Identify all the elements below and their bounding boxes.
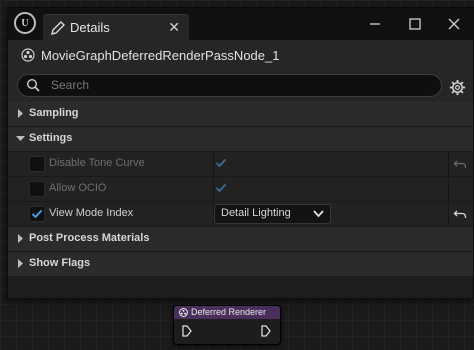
override-checkbox[interactable]	[29, 156, 45, 172]
maximize-icon[interactable]	[404, 14, 426, 34]
view-mode-dropdown[interactable]: Detail Lighting	[214, 204, 331, 224]
section-sampling[interactable]: Sampling	[8, 102, 473, 127]
value-checkbox-checked[interactable]	[214, 156, 228, 170]
section-settings[interactable]: Settings	[8, 127, 473, 152]
section-label: Settings	[29, 132, 73, 144]
minimize-icon[interactable]	[364, 14, 386, 34]
exec-input-pin-icon[interactable]	[182, 325, 192, 337]
tab-label: Details	[70, 20, 110, 35]
property-row-disable-tone-curve: Disable Tone Curve	[8, 152, 473, 177]
chevron-right-icon	[18, 259, 23, 268]
override-checkbox[interactable]	[29, 181, 45, 197]
chevron-right-icon	[18, 234, 23, 243]
object-name: MovieGraphDeferredRenderPassNode_1	[41, 48, 280, 63]
graph-node-deferred-renderer[interactable]: Deferred Renderer	[173, 305, 281, 345]
details-list: Sampling Settings Disable Tone Curve All…	[8, 102, 473, 277]
property-label: View Mode Index	[49, 207, 134, 219]
section-show-flags[interactable]: Show Flags	[8, 252, 473, 277]
column-divider	[448, 202, 449, 226]
search-row: Search	[8, 70, 473, 102]
section-label: Show Flags	[29, 257, 91, 269]
chevron-down-icon	[313, 210, 324, 218]
property-label: Allow OCIO	[49, 182, 107, 194]
title-bar[interactable]: U Details ✕	[8, 8, 473, 41]
search-placeholder: Search	[51, 78, 90, 92]
pencil-icon	[51, 21, 65, 35]
reset-to-default-icon[interactable]	[453, 207, 467, 221]
node-icon	[179, 308, 188, 317]
node-title: Deferred Renderer	[191, 307, 267, 317]
override-checkbox-checked[interactable]	[29, 206, 45, 222]
search-input[interactable]: Search	[17, 74, 442, 97]
column-divider	[448, 152, 449, 176]
property-label: Disable Tone Curve	[49, 157, 145, 169]
property-row-view-mode-index: View Mode Index Detail Lighting	[8, 202, 473, 227]
section-post-process-materials[interactable]: Post Process Materials	[8, 227, 473, 252]
exec-output-pin-icon[interactable]	[261, 325, 271, 337]
tab-details[interactable]: Details ✕	[43, 14, 189, 41]
search-icon	[26, 78, 40, 92]
dropdown-value: Detail Lighting	[221, 207, 291, 219]
value-checkbox-checked[interactable]	[214, 181, 228, 195]
close-tab-icon[interactable]: ✕	[168, 19, 180, 36]
reset-to-default-icon[interactable]	[453, 157, 467, 171]
section-label: Sampling	[29, 107, 79, 119]
column-divider	[448, 177, 449, 201]
chevron-down-icon	[16, 136, 25, 141]
details-window: U Details ✕ MovieGraphDeferredRenderPass…	[7, 7, 474, 299]
gear-icon[interactable]	[449, 79, 466, 96]
node-icon	[21, 48, 35, 62]
section-label: Post Process Materials	[29, 232, 150, 244]
property-row-allow-ocio: Allow OCIO	[8, 177, 473, 202]
object-header: MovieGraphDeferredRenderPassNode_1	[8, 40, 473, 70]
close-window-icon[interactable]	[443, 14, 465, 34]
node-header[interactable]: Deferred Renderer	[174, 306, 280, 319]
chevron-right-icon	[18, 109, 23, 118]
unreal-logo-icon: U	[14, 12, 36, 34]
